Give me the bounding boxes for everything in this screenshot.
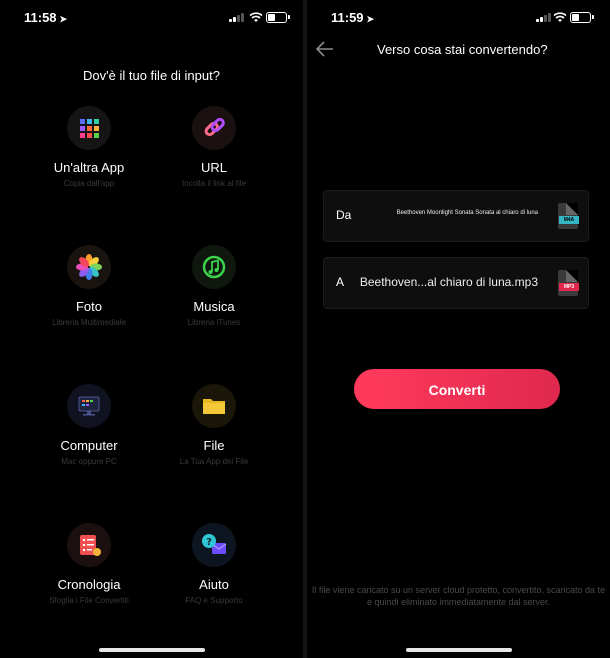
battery-icon [266, 12, 290, 23]
status-bar: 11:58 ➤ [0, 0, 303, 34]
svg-text:?: ? [206, 537, 212, 548]
wifi-icon [553, 12, 567, 22]
folder-icon [192, 384, 236, 428]
m4a-file-icon: M4A [558, 203, 579, 229]
option-label: Foto [75, 299, 102, 314]
status-time: 11:58 ➤ [24, 10, 68, 25]
help-icon: ? [192, 523, 236, 567]
option-sublabel: Libreria Multimediale [52, 318, 126, 327]
location-arrow-icon: ➤ [59, 14, 68, 24]
apps-grid-icon [67, 106, 111, 150]
option-other-app[interactable]: Un'altra App Copia dall'app [19, 106, 159, 188]
battery-icon [570, 12, 594, 23]
option-help[interactable]: ? Aiuto FAQ e Supporto [144, 523, 284, 605]
source-label: Da [336, 208, 352, 222]
signal-icon [229, 12, 245, 22]
option-url[interactable]: URL Incolla il link al file [144, 106, 284, 188]
page-title: Verso cosa stai convertendo? [377, 42, 548, 57]
status-bar: 11:59 ➤ [307, 0, 610, 34]
option-sublabel: Libreria iTunes [187, 318, 241, 327]
option-label: Aiuto [199, 577, 229, 592]
wifi-icon [249, 12, 263, 22]
convert-target-screen: 11:59 ➤ Verso cosa stai convertendo? Da B… [307, 0, 610, 658]
status-time: 11:59 ➤ [331, 10, 375, 25]
option-label: Un'altra App [53, 160, 125, 175]
privacy-note: Il file viene caricato su un server clou… [311, 585, 606, 607]
file-type-tag: M4A [559, 216, 579, 224]
input-source-screen: 11:58 ➤ Dov'è il tuo file di input? Un'al… [0, 0, 303, 658]
option-file[interactable]: File La Tua App dei File [144, 384, 284, 466]
photos-icon [67, 245, 111, 289]
option-sublabel: La Tua App dei File [179, 457, 249, 466]
option-label: Computer [60, 438, 118, 453]
source-file-row[interactable]: Da Beethoven Moonlight Sonata Sonata al … [323, 190, 589, 242]
link-icon [192, 106, 236, 150]
page-title: Dov'è il tuo file di input? [83, 68, 220, 83]
back-arrow-icon[interactable] [315, 40, 335, 58]
option-label: URL [200, 160, 227, 175]
option-label: Musica [193, 299, 235, 314]
source-file-name: Beethoven Moonlight Sonata Sonata al chi… [396, 210, 538, 216]
option-music[interactable]: Musica Libreria iTunes [144, 245, 284, 327]
mp3-file-icon: MP3 [558, 270, 579, 296]
option-computer[interactable]: Computer Mac oppure PC [19, 384, 159, 466]
target-file-name: Beethoven...al chiaro di luna.mp3 [359, 275, 538, 289]
computer-icon [67, 384, 111, 428]
history-icon [67, 523, 111, 567]
location-arrow-icon: ➤ [366, 14, 375, 24]
music-icon [192, 245, 236, 289]
option-sublabel: Copia dall'app [63, 179, 115, 188]
option-sublabel: Mac oppure PC [61, 457, 117, 466]
option-history[interactable]: Cronologia Sfoglia i File Convertiti [19, 523, 159, 605]
file-type-tag: MP3 [559, 283, 579, 291]
option-sublabel: Incolla il link al file [181, 179, 247, 188]
target-label: A [336, 275, 345, 289]
target-file-row[interactable]: A Beethoven...al chiaro di luna.mp3 MP3 [323, 257, 589, 309]
option-photos[interactable]: Foto Libreria Multimediale [19, 245, 159, 327]
option-label: File [203, 438, 225, 453]
option-sublabel: Sfoglia i File Convertiti [49, 596, 129, 605]
home-indicator[interactable] [98, 648, 205, 652]
convert-button[interactable]: Converti [354, 369, 560, 409]
option-label: Cronologia [57, 577, 121, 592]
home-indicator[interactable] [405, 648, 512, 652]
signal-icon [536, 12, 552, 22]
option-sublabel: FAQ e Supporto [185, 596, 243, 605]
